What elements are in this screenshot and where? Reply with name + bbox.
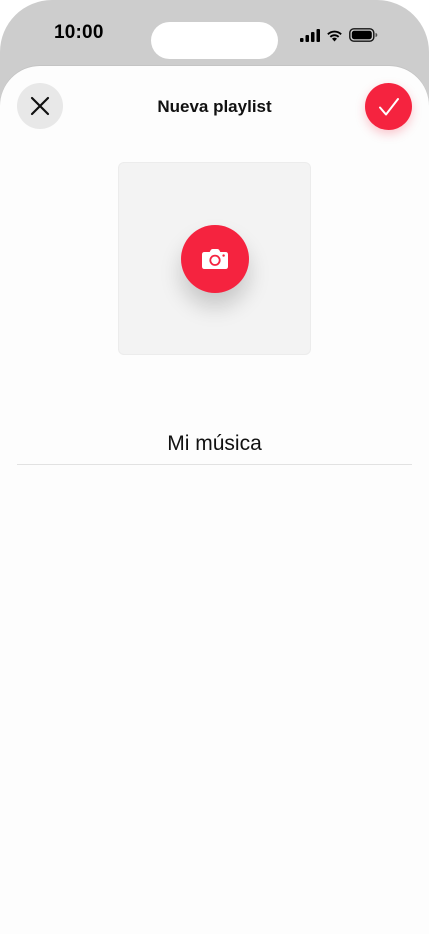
add-photo-button[interactable] [181, 225, 249, 293]
playlist-name-field[interactable]: Mi música [17, 422, 412, 465]
nav-bar: Nueva playlist [0, 66, 429, 148]
camera-icon [202, 249, 228, 269]
wifi-icon [327, 30, 342, 41]
cellular-signal-icon [300, 28, 320, 42]
new-playlist-sheet: Nueva playlist Mi música [0, 66, 429, 934]
dynamic-island [151, 22, 278, 59]
status-icons [300, 27, 378, 43]
status-bar: 10:00 [0, 0, 429, 66]
battery-icon [349, 28, 378, 42]
status-time: 10:00 [54, 22, 104, 43]
done-button[interactable] [365, 83, 412, 130]
playlist-artwork [118, 162, 311, 355]
checkmark-icon [378, 97, 399, 115]
phone-screen: 10:00 Nueva playlist Mi música [0, 0, 429, 934]
